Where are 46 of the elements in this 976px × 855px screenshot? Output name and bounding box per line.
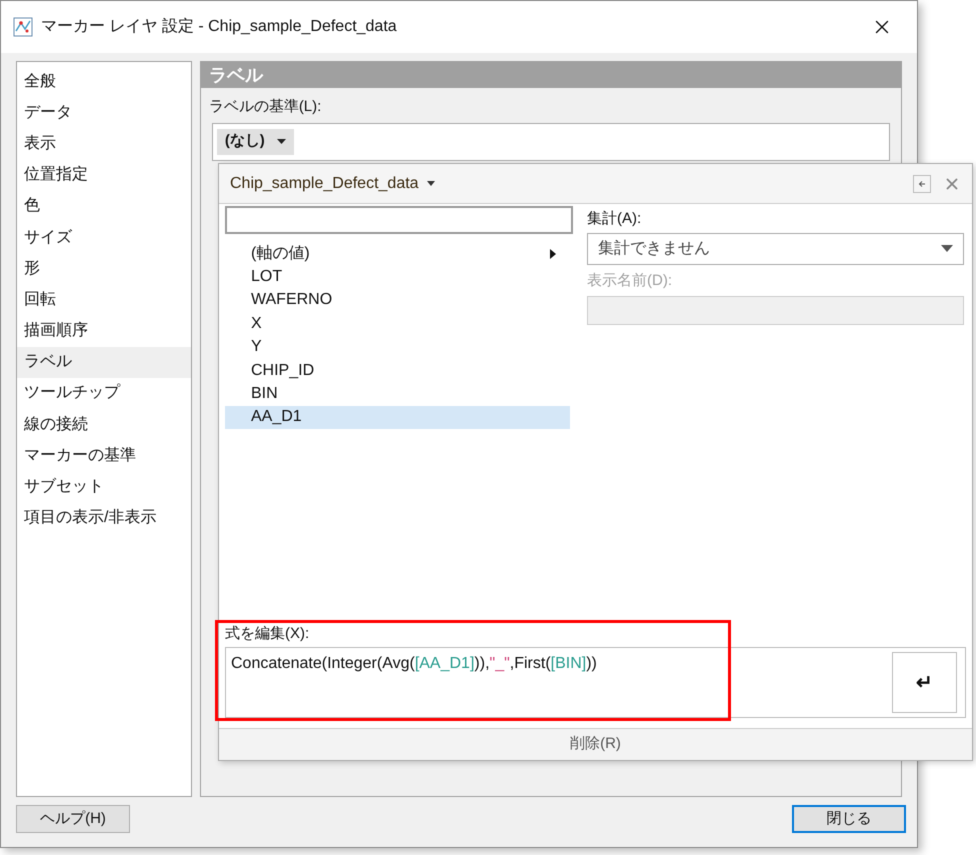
column-item[interactable]: LOT [225, 265, 570, 289]
field-label: 表示名前(D): [587, 270, 673, 290]
field-label: 集計(A): [587, 209, 642, 229]
sidebar-item[interactable]: ツールチップ [17, 378, 191, 410]
column-item[interactable]: WAFERNO [225, 288, 570, 312]
window-title: マーカー レイヤ 設定 - Chip_sample_Defect_data [41, 16, 397, 37]
sidebar-item[interactable]: 線の接続 [17, 409, 191, 440]
close-dialog-button[interactable]: 閉じる [792, 805, 906, 833]
sidebar-item[interactable]: 回転 [17, 284, 191, 316]
sidebar-item[interactable]: サブセット [17, 471, 191, 503]
delete-button[interactable]: 削除(R) [219, 728, 972, 760]
sidebar-item[interactable]: マーカーの基準 [17, 440, 191, 472]
column-item[interactable]: Y [225, 336, 570, 359]
expression-editor[interactable]: Concatenate(Integer(Avg([AA_D1])),"_",First([BIN])) ↵ [225, 647, 966, 718]
arrow-left-icon [918, 180, 926, 188]
column-item[interactable]: (軸の値) [225, 242, 570, 266]
enter-button[interactable]: ↵ [892, 652, 957, 713]
sidebar-item[interactable]: 位置指定 [17, 160, 191, 191]
sidebar-item[interactable]: 表示 [17, 128, 191, 160]
search-field[interactable] [225, 206, 573, 234]
column-item[interactable]: X [225, 312, 570, 336]
column-item[interactable]: AA_D1 [225, 406, 570, 430]
sidebar-item[interactable]: 形 [17, 253, 191, 284]
caret-icon [941, 245, 953, 252]
field-label: 式を編集(X): [225, 624, 310, 644]
section-header: ラベル [200, 62, 901, 88]
column-item[interactable]: CHIP_ID [225, 358, 570, 382]
map-icon [13, 17, 33, 37]
field-label: ラベルの基準(L): [208, 97, 322, 117]
sidebar-item[interactable]: サイズ [17, 222, 191, 254]
caret-icon [276, 139, 286, 144]
caret-icon [426, 181, 435, 186]
column-item[interactable]: BIN [225, 382, 570, 406]
sidebar-item[interactable]: ラベル [17, 346, 191, 378]
dock-button[interactable] [913, 174, 931, 192]
submenu-arrow-icon [550, 248, 556, 259]
expression-text: Concatenate(Integer(Avg([AA_D1])),"_",First([BIN])) [231, 654, 597, 674]
sidebar-item[interactable]: 項目の表示/非表示 [17, 502, 191, 534]
sidebar-item[interactable]: データ [17, 97, 191, 128]
sidebar-item[interactable]: 色 [17, 190, 191, 222]
aggregation-dropdown[interactable]: 集計できません [587, 232, 964, 264]
help-button[interactable]: ヘルプ(H) [16, 805, 130, 833]
label-basis-dropdown[interactable]: (なし) [216, 128, 294, 154]
sidebar-item[interactable]: 描画順序 [17, 316, 191, 347]
table-dropdown[interactable]: Chip_sample_Defect_data [230, 172, 435, 196]
sidebar-item[interactable]: 全般 [17, 66, 191, 98]
